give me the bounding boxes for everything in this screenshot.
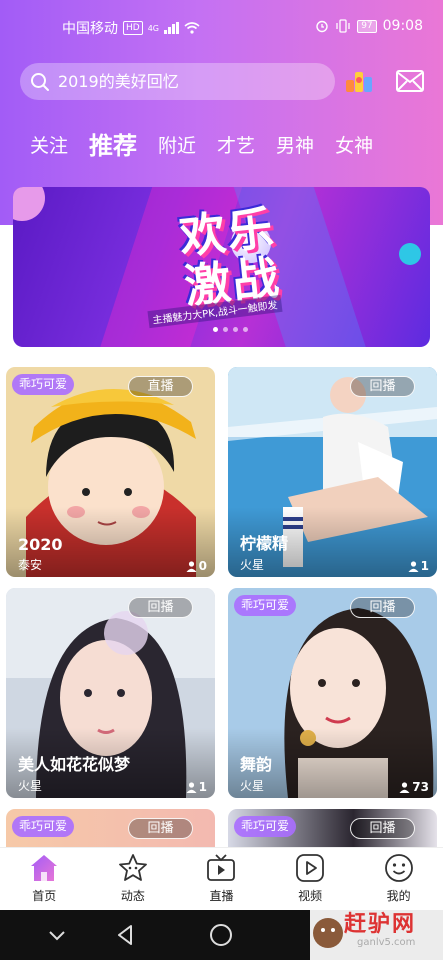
nav-video-label: 视频	[298, 889, 323, 903]
search-input[interactable]	[58, 72, 318, 91]
star-icon	[118, 854, 147, 881]
person-icon	[186, 781, 197, 793]
hd-indicator: HD	[123, 21, 143, 35]
wifi-icon	[184, 22, 200, 34]
card-tag: 乖巧可爱	[234, 595, 297, 616]
stream-card[interactable]: 回播 柠檬精 火星 1	[228, 367, 437, 577]
streamer-name: 2020	[18, 535, 63, 554]
back-icon[interactable]	[113, 922, 139, 948]
promo-banner[interactable]: 欢乐 激战 主播魅力大PK,战斗一触即发	[13, 187, 430, 347]
viewer-count-value: 1	[420, 559, 429, 573]
person-icon	[186, 560, 197, 572]
tab-follow[interactable]: 关注	[30, 128, 68, 164]
alarm-icon	[316, 20, 328, 33]
home-button-icon[interactable]	[208, 922, 234, 948]
stream-card[interactable]: 乖巧可爱 回播 舞韵 火星 73	[228, 588, 437, 798]
streamer-location: 泰安	[18, 558, 43, 572]
pagination-dot[interactable]	[233, 327, 238, 332]
signal-icon	[164, 22, 179, 34]
stream-card[interactable]: 乖巧可爱 回播	[6, 809, 215, 847]
collapse-icon[interactable]	[44, 922, 70, 948]
nav-home[interactable]: 首页	[0, 848, 89, 910]
streamer-location: 火星	[240, 779, 265, 793]
viewer-count: 1	[408, 559, 429, 573]
pagination-dot[interactable]	[223, 327, 228, 332]
viewer-count: 1	[186, 780, 207, 794]
banner-title: 欢乐 激战	[130, 197, 329, 316]
banner-decoration	[399, 243, 421, 265]
replay-badge: 回播	[128, 818, 193, 839]
replay-badge: 回播	[128, 597, 193, 618]
card-tag: 乖巧可爱	[12, 374, 75, 395]
banner-pagination	[213, 327, 248, 332]
tab-female-idol[interactable]: 女神	[335, 128, 373, 164]
live-badge: 直播	[128, 376, 193, 397]
nav-live-label: 直播	[209, 889, 234, 903]
viewer-count-value: 1	[198, 780, 207, 794]
carrier-label: 中国移动	[62, 21, 118, 37]
stream-card[interactable]: 乖巧可爱 直播 2020 泰安 0	[6, 367, 215, 577]
viewer-count-value: 0	[198, 559, 207, 573]
home-icon	[31, 855, 58, 881]
card-tag: 乖巧可爱	[12, 816, 75, 837]
play-icon	[296, 854, 324, 882]
streamer-location: 火星	[240, 558, 265, 572]
replay-badge: 回播	[350, 818, 415, 839]
stream-card[interactable]: 回播 美人如花花似梦 火星 1	[6, 588, 215, 798]
viewer-count-value: 73	[412, 780, 429, 794]
mail-icon[interactable]	[396, 70, 424, 92]
network-type: 4G	[147, 23, 159, 33]
nav-moments[interactable]: 动态	[89, 848, 178, 910]
viewer-count: 0	[186, 559, 207, 573]
card-tag: 乖巧可爱	[234, 816, 297, 837]
tab-nearby[interactable]: 附近	[158, 128, 196, 164]
streamer-location: 火星	[18, 779, 43, 793]
nav-video[interactable]: 视频	[266, 848, 355, 910]
search-bar[interactable]	[20, 63, 335, 100]
person-icon	[408, 560, 419, 572]
viewer-count: 73	[399, 780, 429, 794]
status-left: 中国移动 HD 4G	[62, 18, 200, 38]
person-icon	[399, 781, 410, 793]
tab-male-idol[interactable]: 男神	[276, 128, 314, 164]
nav-profile-label: 我的	[386, 889, 411, 903]
streamer-name: 柠檬精	[240, 534, 289, 553]
clock: 09:08	[382, 18, 423, 34]
nav-home-label: 首页	[32, 889, 57, 903]
tv-icon	[207, 854, 236, 881]
watermark-text: 赶驴网	[344, 912, 417, 937]
category-tabs: 关注 推荐 附近 才艺 男神 女神	[30, 128, 394, 164]
search-icon	[31, 72, 49, 91]
leaderboard-icon[interactable]	[344, 68, 374, 94]
replay-badge: 回播	[350, 597, 415, 618]
nav-profile[interactable]: 我的	[354, 848, 443, 910]
smile-icon	[384, 854, 413, 882]
nav-moments-label: 动态	[120, 889, 145, 903]
status-bar: 中国移动 HD 4G 97 09:08	[0, 0, 443, 56]
banner-decoration	[13, 187, 45, 221]
streamer-name: 舞韵	[240, 755, 273, 774]
tab-recommend[interactable]: 推荐	[89, 128, 137, 164]
status-right: 97 09:08	[315, 18, 423, 34]
replay-badge: 回播	[350, 376, 415, 397]
watermark-url: ganlv5.com	[357, 937, 416, 948]
tab-talent[interactable]: 才艺	[217, 128, 255, 164]
nav-live[interactable]: 直播	[177, 848, 266, 910]
vibrate-icon	[336, 19, 350, 33]
stream-card[interactable]: 乖巧可爱 回播	[228, 809, 437, 847]
bottom-navigation: 首页 动态 直播 视频 我的	[0, 847, 443, 910]
pagination-dot[interactable]	[243, 327, 248, 332]
streamer-name: 美人如花花似梦	[18, 755, 131, 774]
pagination-dot[interactable]	[213, 327, 218, 332]
battery-indicator: 97	[357, 19, 377, 33]
